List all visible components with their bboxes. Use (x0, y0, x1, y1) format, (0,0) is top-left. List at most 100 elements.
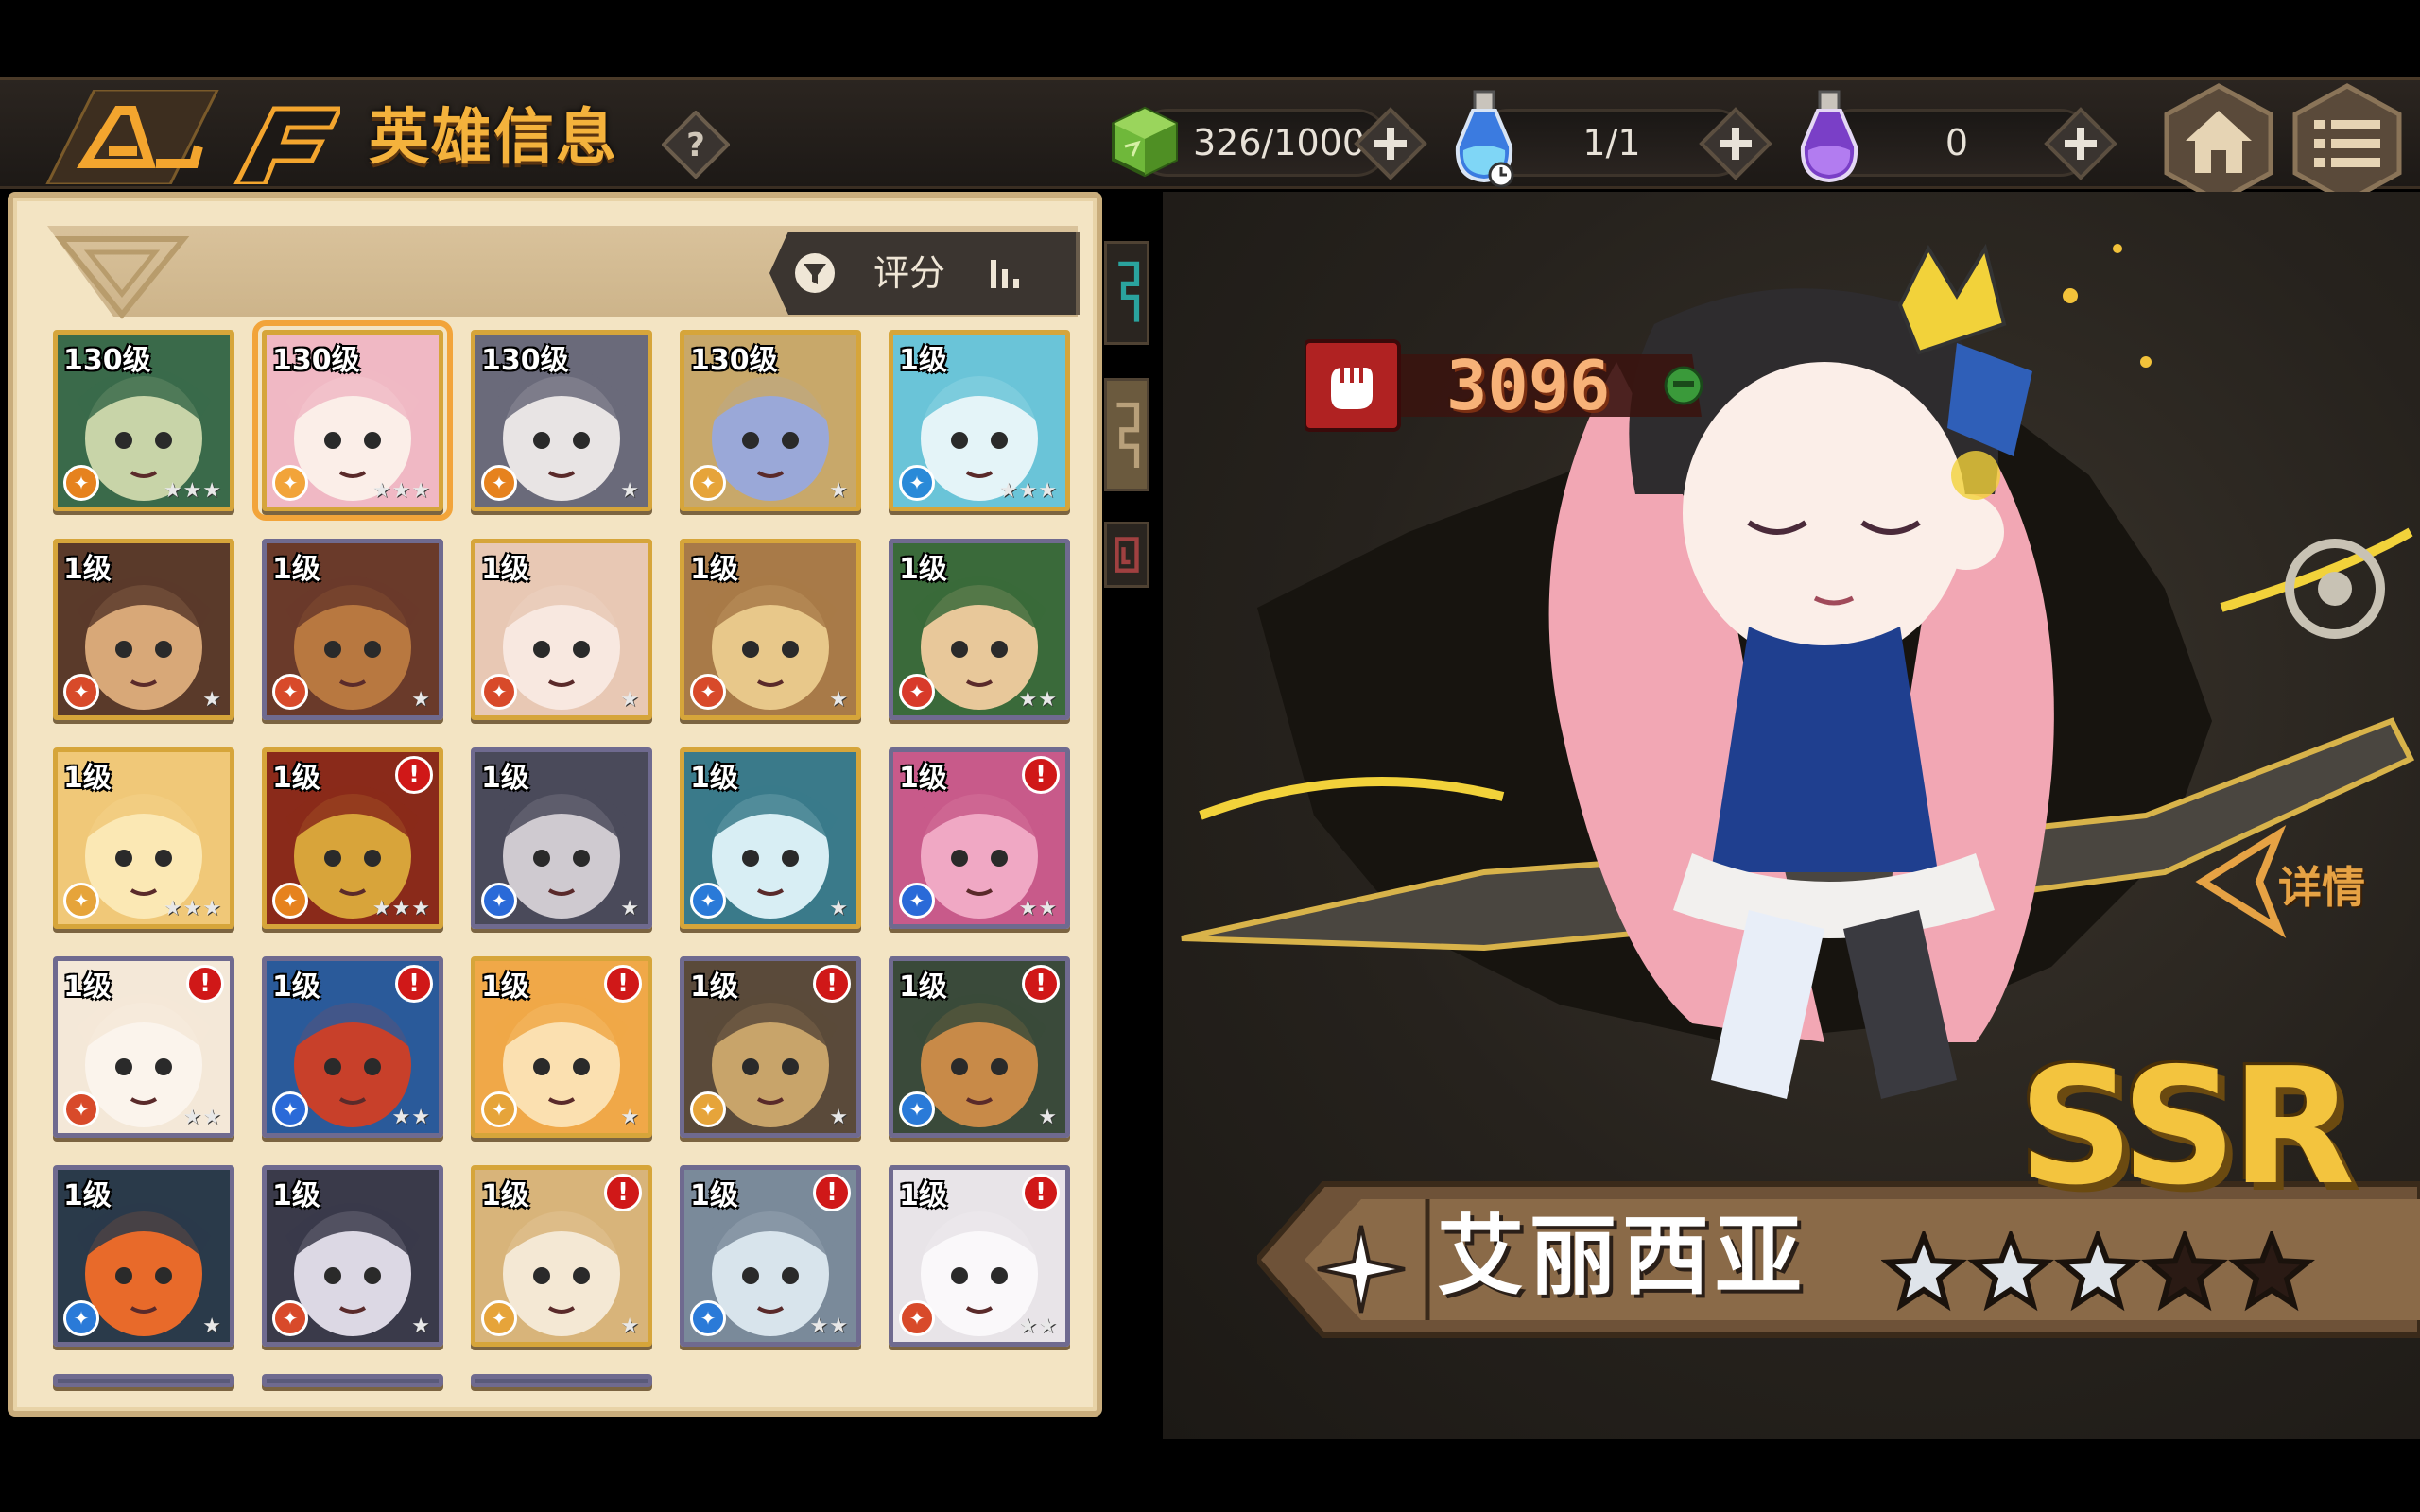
side-tab-3[interactable] (1104, 522, 1150, 588)
alert-icon: ! (1022, 1174, 1060, 1211)
hero-card[interactable]: 130级 ✦ ★ (471, 330, 652, 511)
hero-level: 1级 (899, 344, 947, 377)
hero-level: 1级 (481, 971, 529, 1004)
blue-potion-value: 1/1 (1582, 122, 1641, 163)
hero-card[interactable]: 1级! ✦ ★ (471, 1165, 652, 1347)
purple-potion-icon (1800, 90, 1858, 183)
hero-card[interactable]: 1级 ✦ ★ (262, 1165, 443, 1347)
hero-level: 1级 (690, 971, 738, 1004)
rune-icon (1116, 402, 1140, 468)
class-icon: ✦ (63, 883, 99, 919)
side-tab-2[interactable] (1104, 378, 1150, 491)
class-icon: ✦ (690, 1300, 726, 1336)
hero-stars: ★★ (1018, 897, 1058, 920)
class-icon: ✦ (899, 1300, 935, 1336)
hero-stars: ★ (829, 479, 849, 503)
bar-sort-icon (991, 260, 1019, 288)
side-tab-1[interactable] (1104, 241, 1150, 345)
home-icon[interactable] (2157, 82, 2280, 205)
rune-icon (1115, 537, 1139, 573)
hero-card[interactable]: 1级! ✦ ★★ (680, 1165, 861, 1347)
hero-stars: ★ (411, 688, 431, 712)
hero-stars: ★★ (1018, 688, 1058, 712)
hero-level: 1级 (899, 1179, 947, 1212)
hero-stars: ★ (620, 897, 640, 920)
hero-level: 1级 (272, 762, 320, 795)
hero-card[interactable]: 1级 ✦ ★ (471, 747, 652, 929)
class-icon: ✦ (690, 465, 726, 501)
hero-level: 1级 (481, 762, 529, 795)
hero-level: 130级 (63, 344, 151, 377)
hero-stars: ★ (620, 1314, 640, 1338)
hero-card-partial[interactable] (53, 1374, 234, 1387)
hero-card[interactable]: 1级 ✦ ★★★ (53, 747, 234, 929)
hero-level: 1级 (272, 1179, 320, 1212)
question-icon[interactable]: ? (662, 111, 730, 179)
hero-card[interactable]: 1级 ✦ ★ (262, 539, 443, 720)
hero-card[interactable]: 1级! ✦ ★★ (53, 956, 234, 1138)
add-purple-potion-button[interactable] (2044, 107, 2118, 180)
add-stamina-button[interactable] (1354, 107, 1427, 180)
hero-card[interactable]: 1级! ✦ ★ (889, 956, 1070, 1138)
alert-icon: ! (395, 756, 433, 794)
alert-icon: ! (813, 1174, 851, 1211)
class-icon: ✦ (272, 1091, 308, 1127)
power-value: 3096 (1446, 346, 1611, 425)
green-cube-icon (1112, 106, 1178, 178)
class-icon: ✦ (481, 674, 517, 710)
hero-stars: ★★★ (372, 897, 431, 920)
hero-stars: ★ (829, 897, 849, 920)
class-icon: ✦ (481, 883, 517, 919)
hero-card-partial[interactable] (471, 1374, 652, 1387)
hero-card[interactable]: 1级 ✦ ★ (680, 747, 861, 929)
hero-card-partial[interactable] (262, 1374, 443, 1387)
hero-stars: ★★★ (998, 479, 1058, 503)
hero-card[interactable]: 1级 ✦ ★ (53, 539, 234, 720)
hero-card[interactable]: 1级! ✦ ★★ (889, 747, 1070, 929)
hero-card[interactable]: 1级 ✦ ★ (53, 1165, 234, 1347)
detail-button[interactable]: 详情 (2184, 797, 2420, 967)
hero-stars: ★ (620, 688, 640, 712)
class-icon: ✦ (899, 883, 935, 919)
add-blue-potion-button[interactable] (1699, 107, 1772, 180)
class-icon: ✦ (899, 674, 935, 710)
hero-card[interactable]: 130级 ✦ ★★★ (252, 320, 453, 521)
hero-star-rating (1881, 1231, 2315, 1312)
hero-card[interactable]: 1级! ✦ ★★ (889, 1165, 1070, 1347)
hero-level: 1级 (690, 762, 738, 795)
hero-stars: ★ (620, 479, 640, 503)
game-logo (45, 90, 340, 184)
hero-card[interactable]: 1级! ✦ ★★ (262, 956, 443, 1138)
hero-card[interactable]: 1级 ✦ ★ (471, 539, 652, 720)
class-icon: ✦ (63, 1091, 99, 1127)
hero-card[interactable]: 130级 ✦ ★★★ (53, 330, 234, 511)
menu-icon[interactable] (2286, 82, 2409, 205)
hero-stars: ★★ (391, 1106, 431, 1129)
hero-stars: ★ (202, 1314, 222, 1338)
alert-icon: ! (813, 965, 851, 1003)
hero-list-panel: 评分 130级 ✦ ★★★ 130级 ✦ ★★★ 130级 ✦ ★ 130级 ✦ ★ 1级 ✦ ★★★ 1级 ✦… (8, 192, 1102, 1417)
fist-icon (1331, 368, 1373, 409)
hero-level: 130级 (481, 344, 569, 377)
page-title: 英雄信息 (369, 103, 618, 173)
hero-card[interactable]: 1级 ✦ ★ (680, 539, 861, 720)
class-icon: ✦ (899, 465, 935, 501)
hero-card[interactable]: 1级 ✦ ★★★ (889, 330, 1070, 511)
hero-level: 130级 (272, 344, 360, 377)
hero-level: 1级 (272, 971, 320, 1004)
rarity-badge: SSR (2014, 1042, 2355, 1212)
class-icon: ✦ (690, 1091, 726, 1127)
hero-card[interactable]: 1级! ✦ ★ (471, 956, 652, 1138)
hero-level: 1级 (690, 553, 738, 586)
stamina-value: 326/1000 (1192, 122, 1366, 163)
sort-button[interactable]: 评分 (769, 232, 1080, 315)
hero-card[interactable]: 1级! ✦ ★★★ (262, 747, 443, 929)
hero-card[interactable]: 1级! ✦ ★ (680, 956, 861, 1138)
hero-level: 1级 (481, 553, 529, 586)
hero-card[interactable]: 130级 ✦ ★ (680, 330, 861, 511)
hero-stars: ★★ (182, 1106, 222, 1129)
class-icon: ✦ (690, 883, 726, 919)
hero-stars: ★★ (1018, 1314, 1058, 1338)
hero-card[interactable]: 1级 ✦ ★★ (889, 539, 1070, 720)
purple-potion-value: 0 (1945, 122, 1969, 163)
